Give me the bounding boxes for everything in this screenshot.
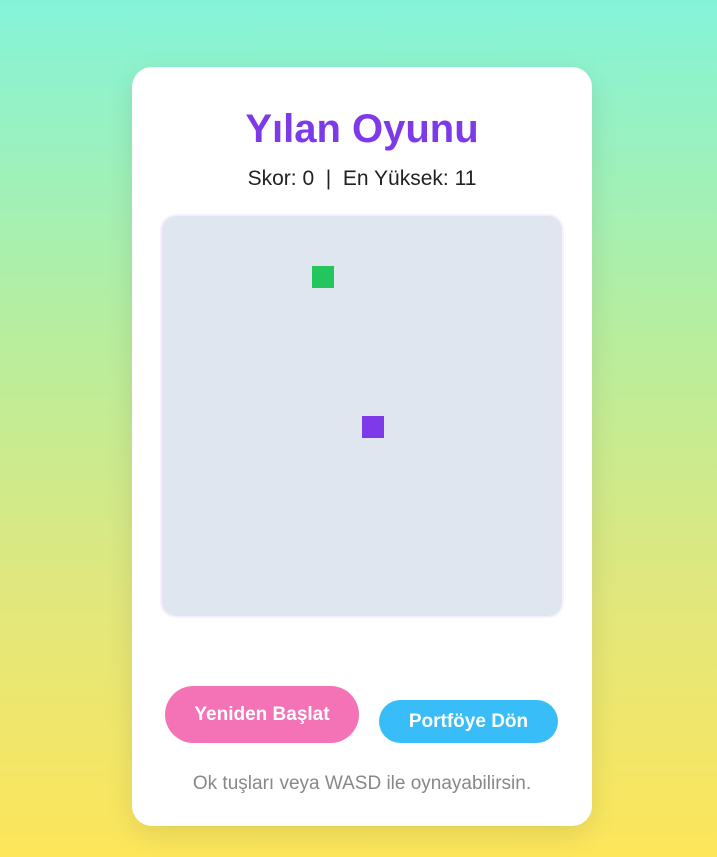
game-card: Yılan Oyunu Skor: 0 | En Yüksek: 11 Yeni… xyxy=(132,67,592,826)
score-display: Skor: 0 | En Yüksek: 11 xyxy=(247,167,477,190)
game-title: Yılan Oyunu xyxy=(245,107,479,151)
food-cell xyxy=(312,266,334,288)
game-board[interactable] xyxy=(162,216,562,616)
restart-button[interactable]: Yeniden Başlat xyxy=(165,686,359,743)
snake-head xyxy=(362,416,384,438)
controls-hint: Ok tuşları veya WASD ile oynayabilirsin. xyxy=(192,773,532,794)
back-to-portfolio-button[interactable]: Portföye Dön xyxy=(379,700,558,743)
